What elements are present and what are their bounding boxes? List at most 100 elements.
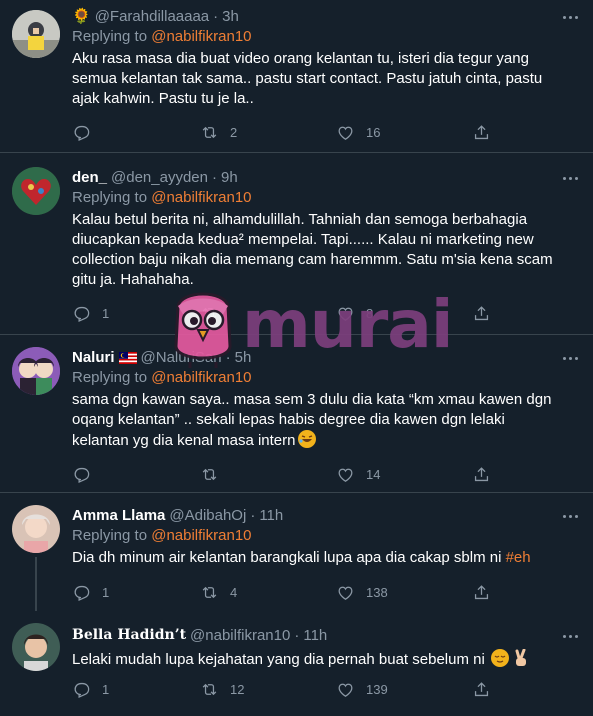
mention-link[interactable]: @nabilfikran10 — [151, 369, 251, 386]
watermark-logo: murai — [168, 286, 453, 370]
user-handle[interactable]: @den_ayyden — [111, 169, 208, 186]
tweet-text: Kalau betul berita ni, alhamdulillah. Ta… — [72, 211, 553, 288]
avatar[interactable] — [12, 505, 60, 553]
replying-label: Replying to — [72, 189, 148, 206]
retweet-count: 4 — [230, 584, 238, 600]
reply-icon — [72, 465, 91, 484]
victory-hand-icon — [513, 648, 529, 667]
share-icon — [472, 680, 491, 699]
bird-mascot-icon — [174, 292, 232, 368]
reply-count: 1 — [102, 584, 110, 600]
heart-icon — [336, 583, 355, 602]
retweet-icon — [200, 583, 219, 602]
watermark-brand: murai — [242, 286, 453, 363]
tweet-text-container: sama dgn kawan saya.. masa sem 3 dulu di… — [72, 390, 553, 451]
reply-button[interactable]: 1 — [72, 304, 109, 323]
replying-to: Replying to @nabilfikran10 — [72, 188, 553, 208]
reply-icon — [72, 680, 91, 699]
more-options-icon[interactable] — [561, 627, 579, 645]
tweet[interactable]: 🌻 @Farahdillaaaaa · 3h Replying to @nabi… — [0, 0, 593, 153]
reply-button[interactable] — [72, 465, 102, 484]
reply-button[interactable]: 1 — [72, 583, 109, 602]
tweet-text: Lelaki mudah lupa kejahatan yang dia per… — [72, 651, 485, 668]
retweet-count: 2 — [230, 124, 238, 140]
heart-icon — [336, 123, 355, 142]
tweet-actions: 14 — [72, 464, 512, 484]
retweet-button[interactable]: 12 — [200, 680, 244, 699]
like-button[interactable]: 139 — [336, 680, 388, 699]
tweet-actions: 2 16 — [72, 122, 512, 142]
display-name[interactable]: den_ — [72, 169, 107, 186]
display-name[interactable]: Bella Hadidn’t — [72, 627, 186, 643]
replying-label: Replying to — [72, 369, 148, 386]
timestamp[interactable]: 9h — [221, 169, 238, 186]
user-handle[interactable]: @Farahdillaaaaa — [95, 8, 209, 25]
reply-icon — [72, 583, 91, 602]
retweet-button[interactable]: 4 — [200, 583, 237, 602]
share-button[interactable] — [472, 465, 491, 484]
display-name[interactable]: Amma Llama — [72, 507, 165, 524]
retweet-icon — [200, 123, 219, 142]
tweet-text: Aku rasa masa dia buat video orang kelan… — [72, 50, 543, 107]
timestamp[interactable]: 11h — [259, 507, 283, 524]
thread-line — [35, 557, 37, 611]
like-button[interactable]: 14 — [336, 465, 380, 484]
share-icon — [472, 304, 491, 323]
like-count: 138 — [366, 584, 388, 600]
replying-to: Replying to @nabilfikran10 — [72, 27, 553, 47]
like-button[interactable]: 138 — [336, 583, 388, 602]
timestamp[interactable]: 3h — [222, 8, 239, 25]
retweet-icon — [200, 680, 219, 699]
timestamp[interactable]: 11h — [303, 627, 327, 644]
reply-button[interactable] — [72, 123, 102, 142]
retweet-button[interactable] — [200, 465, 230, 484]
tweet[interactable]: Amma Llama @AdibahOj · 11h Replying to @… — [0, 493, 593, 611]
reply-count: 1 — [102, 681, 110, 697]
relieved-emoji-icon — [490, 649, 509, 667]
sunflower-icon: 🌻 — [72, 7, 91, 25]
malaysia-flag-icon — [118, 351, 137, 364]
replying-label: Replying to — [72, 28, 148, 45]
mention-link[interactable]: @nabilfikran10 — [151, 28, 251, 45]
separator-dot: · — [250, 506, 256, 524]
more-options-icon[interactable] — [561, 8, 579, 26]
user-handle[interactable]: @nabilfikran10 — [190, 627, 290, 644]
tweet-text-container: Dia dh minum air kelantan barangkali lup… — [72, 548, 553, 568]
reply-button[interactable]: 1 — [72, 680, 109, 699]
avatar-image — [12, 167, 60, 215]
mention-link[interactable]: @nabilfikran10 — [151, 189, 251, 206]
more-options-icon[interactable] — [561, 169, 579, 187]
avatar[interactable] — [12, 623, 60, 671]
avatar[interactable] — [12, 347, 60, 395]
display-name[interactable]: Naluri — [72, 349, 115, 366]
tweet-text-container: Lelaki mudah lupa kejahatan yang dia per… — [72, 648, 553, 670]
mention-link[interactable]: @nabilfikran10 — [151, 527, 251, 544]
share-icon — [472, 123, 491, 142]
avatar-image — [12, 347, 60, 395]
share-icon — [472, 465, 491, 484]
share-button[interactable] — [472, 304, 491, 323]
tweet-text: Dia dh minum air kelantan barangkali lup… — [72, 549, 506, 566]
retweet-button[interactable]: 2 — [200, 123, 237, 142]
laughing-emoji-icon — [298, 430, 317, 448]
like-count: 14 — [366, 466, 381, 482]
avatar[interactable] — [12, 167, 60, 215]
share-button[interactable] — [472, 123, 491, 142]
more-options-icon[interactable] — [561, 507, 579, 525]
share-button[interactable] — [472, 680, 491, 699]
separator-dot: · — [213, 7, 219, 25]
heart-icon — [336, 465, 355, 484]
like-count: 16 — [366, 124, 381, 140]
tweet[interactable]: Bella Hadidn’t @nabilfikran10 · 11h Lela… — [0, 611, 593, 716]
reply-icon — [72, 304, 91, 323]
reply-icon — [72, 123, 91, 142]
like-button[interactable]: 16 — [336, 123, 380, 142]
tweet-actions: 1 4 138 — [72, 582, 512, 602]
hashtag-link[interactable]: #eh — [506, 549, 531, 566]
more-options-icon[interactable] — [561, 349, 579, 367]
user-handle[interactable]: @AdibahOj — [169, 507, 246, 524]
heart-icon — [336, 680, 355, 699]
share-icon — [472, 583, 491, 602]
avatar[interactable] — [12, 10, 60, 58]
share-button[interactable] — [472, 583, 491, 602]
